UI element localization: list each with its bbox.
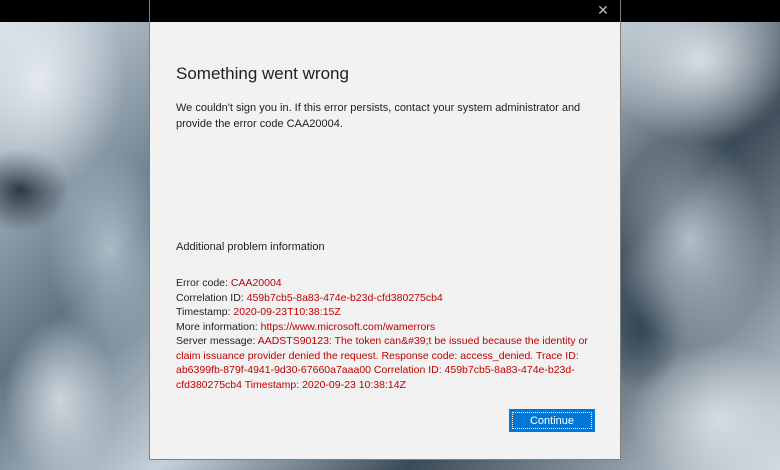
- error-code-label: Error code:: [176, 277, 231, 289]
- error-details: Error code: CAA20004 Correlation ID: 459…: [176, 276, 606, 392]
- close-icon[interactable]: ✕: [596, 3, 610, 17]
- error-code-row: Error code: CAA20004: [176, 276, 606, 291]
- error-code-value: CAA20004: [230, 277, 282, 289]
- correlation-id-value: 459b7cb5-8a83-474e-b23d-cfd380275cb4: [246, 291, 443, 304]
- timestamp-value: 2020-09-23T10:38:15Z: [233, 306, 341, 318]
- correlation-id-label: Correlation ID:: [176, 291, 247, 304]
- dialog-title: Something went wrong: [176, 64, 349, 83]
- continue-button[interactable]: Continue: [509, 409, 595, 432]
- timestamp-label: Timestamp:: [176, 306, 234, 318]
- correlation-id-row: Correlation ID: 459b7cb5-8a83-474e-b23d-…: [176, 291, 606, 306]
- server-message-label: Server message:: [176, 335, 258, 347]
- more-info-row: More information: https://www.microsoft.…: [176, 320, 606, 335]
- server-message-row: Server message: AADSTS90123: The token c…: [176, 334, 606, 392]
- dialog-titlebar: ✕: [150, 0, 620, 22]
- error-dialog: ✕ Something went wrong We couldn't sign …: [149, 0, 621, 460]
- additional-info-header: Additional problem information: [176, 241, 325, 253]
- more-info-link[interactable]: https://www.microsoft.com/wamerrors: [261, 321, 435, 333]
- more-info-label: More information:: [176, 320, 261, 333]
- timestamp-row: Timestamp: 2020-09-23T10:38:15Z: [176, 305, 606, 320]
- error-message: We couldn't sign you in. If this error p…: [176, 102, 581, 130]
